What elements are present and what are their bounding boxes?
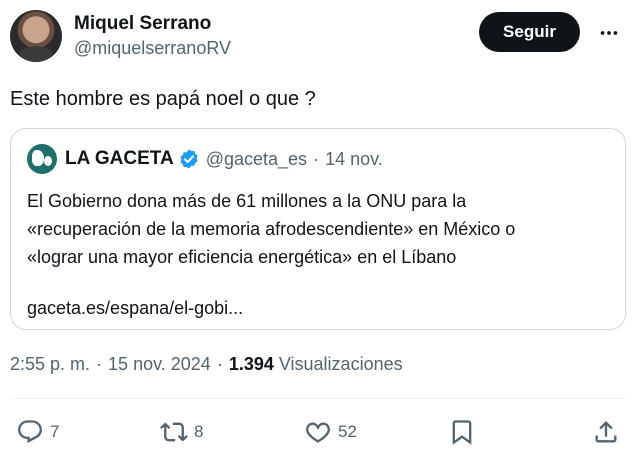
tweet-date[interactable]: 15 nov. 2024 (108, 354, 211, 375)
quoted-text-line: «recuperación de la memoria afrodescendi… (27, 219, 516, 239)
reply-count: 7 (50, 422, 60, 441)
la-gaceta-logo[interactable] (27, 144, 57, 174)
action-bar: 7 8 52 (10, 412, 626, 452)
bookmark-icon (452, 420, 472, 445)
repost-button[interactable]: 8 (160, 412, 203, 452)
meta-separator: · (96, 354, 103, 374)
quoted-text-line: El Gobierno dona más de 61 millones a la… (27, 191, 467, 211)
reply-icon (18, 420, 42, 444)
tweet-time[interactable]: 2:55 p. m. (10, 354, 90, 375)
tweet-text: Este hombre es papá noel o que ? (10, 88, 316, 110)
like-count: 52 (338, 422, 357, 441)
author-info: Miquel Serrano @miquelserranoRV (74, 12, 231, 60)
quoted-separator: · (313, 148, 320, 169)
more-options-button[interactable] (592, 16, 626, 50)
tweet-meta: 2:55 p. m. · 15 nov. 2024 · 1.394 Visual… (10, 354, 403, 375)
avatar[interactable] (10, 10, 62, 62)
quoted-link[interactable]: gaceta.es/espana/el-gobi... (27, 295, 609, 321)
share-button[interactable] (592, 412, 620, 452)
repost-count: 8 (194, 422, 204, 441)
share-icon (595, 421, 617, 443)
reply-button[interactable]: 7 (16, 412, 59, 452)
divider (10, 398, 626, 399)
views-count: 1.394 (228, 354, 274, 374)
meta-separator: · (216, 354, 223, 374)
quoted-text-line: «lograr una mayor eficiencia energética»… (27, 247, 457, 267)
author-handle[interactable]: @miquelserranoRV (74, 36, 231, 60)
quoted-tweet[interactable]: LA GACETA @gaceta_es · 14 nov. El Gobier… (10, 128, 626, 330)
follow-button[interactable]: Seguir (479, 12, 580, 52)
quoted-tweet-text: El Gobierno dona más de 61 millones a la… (27, 187, 609, 271)
author-display-name[interactable]: Miquel Serrano (74, 12, 231, 36)
quoted-author-name[interactable]: LA GACETA (65, 148, 174, 170)
views-label: Visualizaciones (278, 354, 403, 374)
quoted-date[interactable]: 14 nov. (325, 149, 383, 170)
like-button[interactable]: 52 (304, 412, 357, 452)
repost-icon (160, 422, 188, 442)
quoted-author-handle[interactable]: @gaceta_es (206, 149, 307, 170)
more-dots-icon (600, 31, 618, 35)
bookmark-button[interactable] (448, 412, 476, 452)
quoted-tweet-header: LA GACETA @gaceta_es · 14 nov. (27, 143, 609, 175)
heart-icon (306, 422, 330, 443)
verified-badge-icon (178, 148, 200, 170)
tweet-header: Miquel Serrano @miquelserranoRV Seguir (10, 10, 626, 66)
